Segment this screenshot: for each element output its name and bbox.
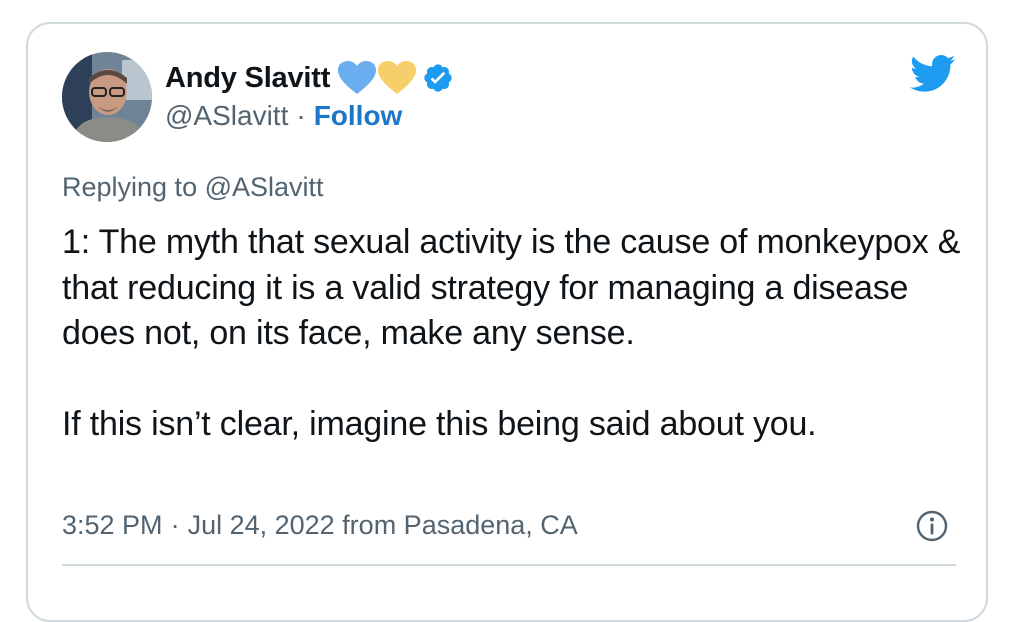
follow-button[interactable]: Follow (314, 100, 403, 132)
info-icon[interactable] (916, 510, 948, 542)
tweet-meta: 3:52 PM · Jul 24, 2022 from Pasadena, CA (62, 510, 578, 541)
avatar[interactable] (62, 52, 152, 142)
author-name[interactable]: Andy Slavitt (165, 62, 330, 95)
tweet-time[interactable]: 3:52 PM (62, 510, 163, 541)
blue-heart-icon (338, 61, 377, 95)
replying-to-text[interactable]: Replying to @ASlavitt (62, 172, 324, 203)
verified-badge-icon (422, 62, 454, 94)
author-handle[interactable]: @ASlavitt (165, 100, 288, 132)
twitter-bird-icon[interactable] (910, 54, 956, 94)
tweet-text: 1: The myth that sexual activity is the … (62, 223, 961, 443)
separator-dot: · (296, 100, 306, 131)
tweet-card[interactable]: Andy Slavitt @ASlavitt · Follow Replying… (26, 22, 988, 622)
yellow-heart-icon (378, 61, 417, 95)
tweet-date-location[interactable]: Jul 24, 2022 from Pasadena, CA (188, 510, 578, 541)
divider (62, 564, 956, 566)
meta-separator: · (170, 510, 180, 540)
